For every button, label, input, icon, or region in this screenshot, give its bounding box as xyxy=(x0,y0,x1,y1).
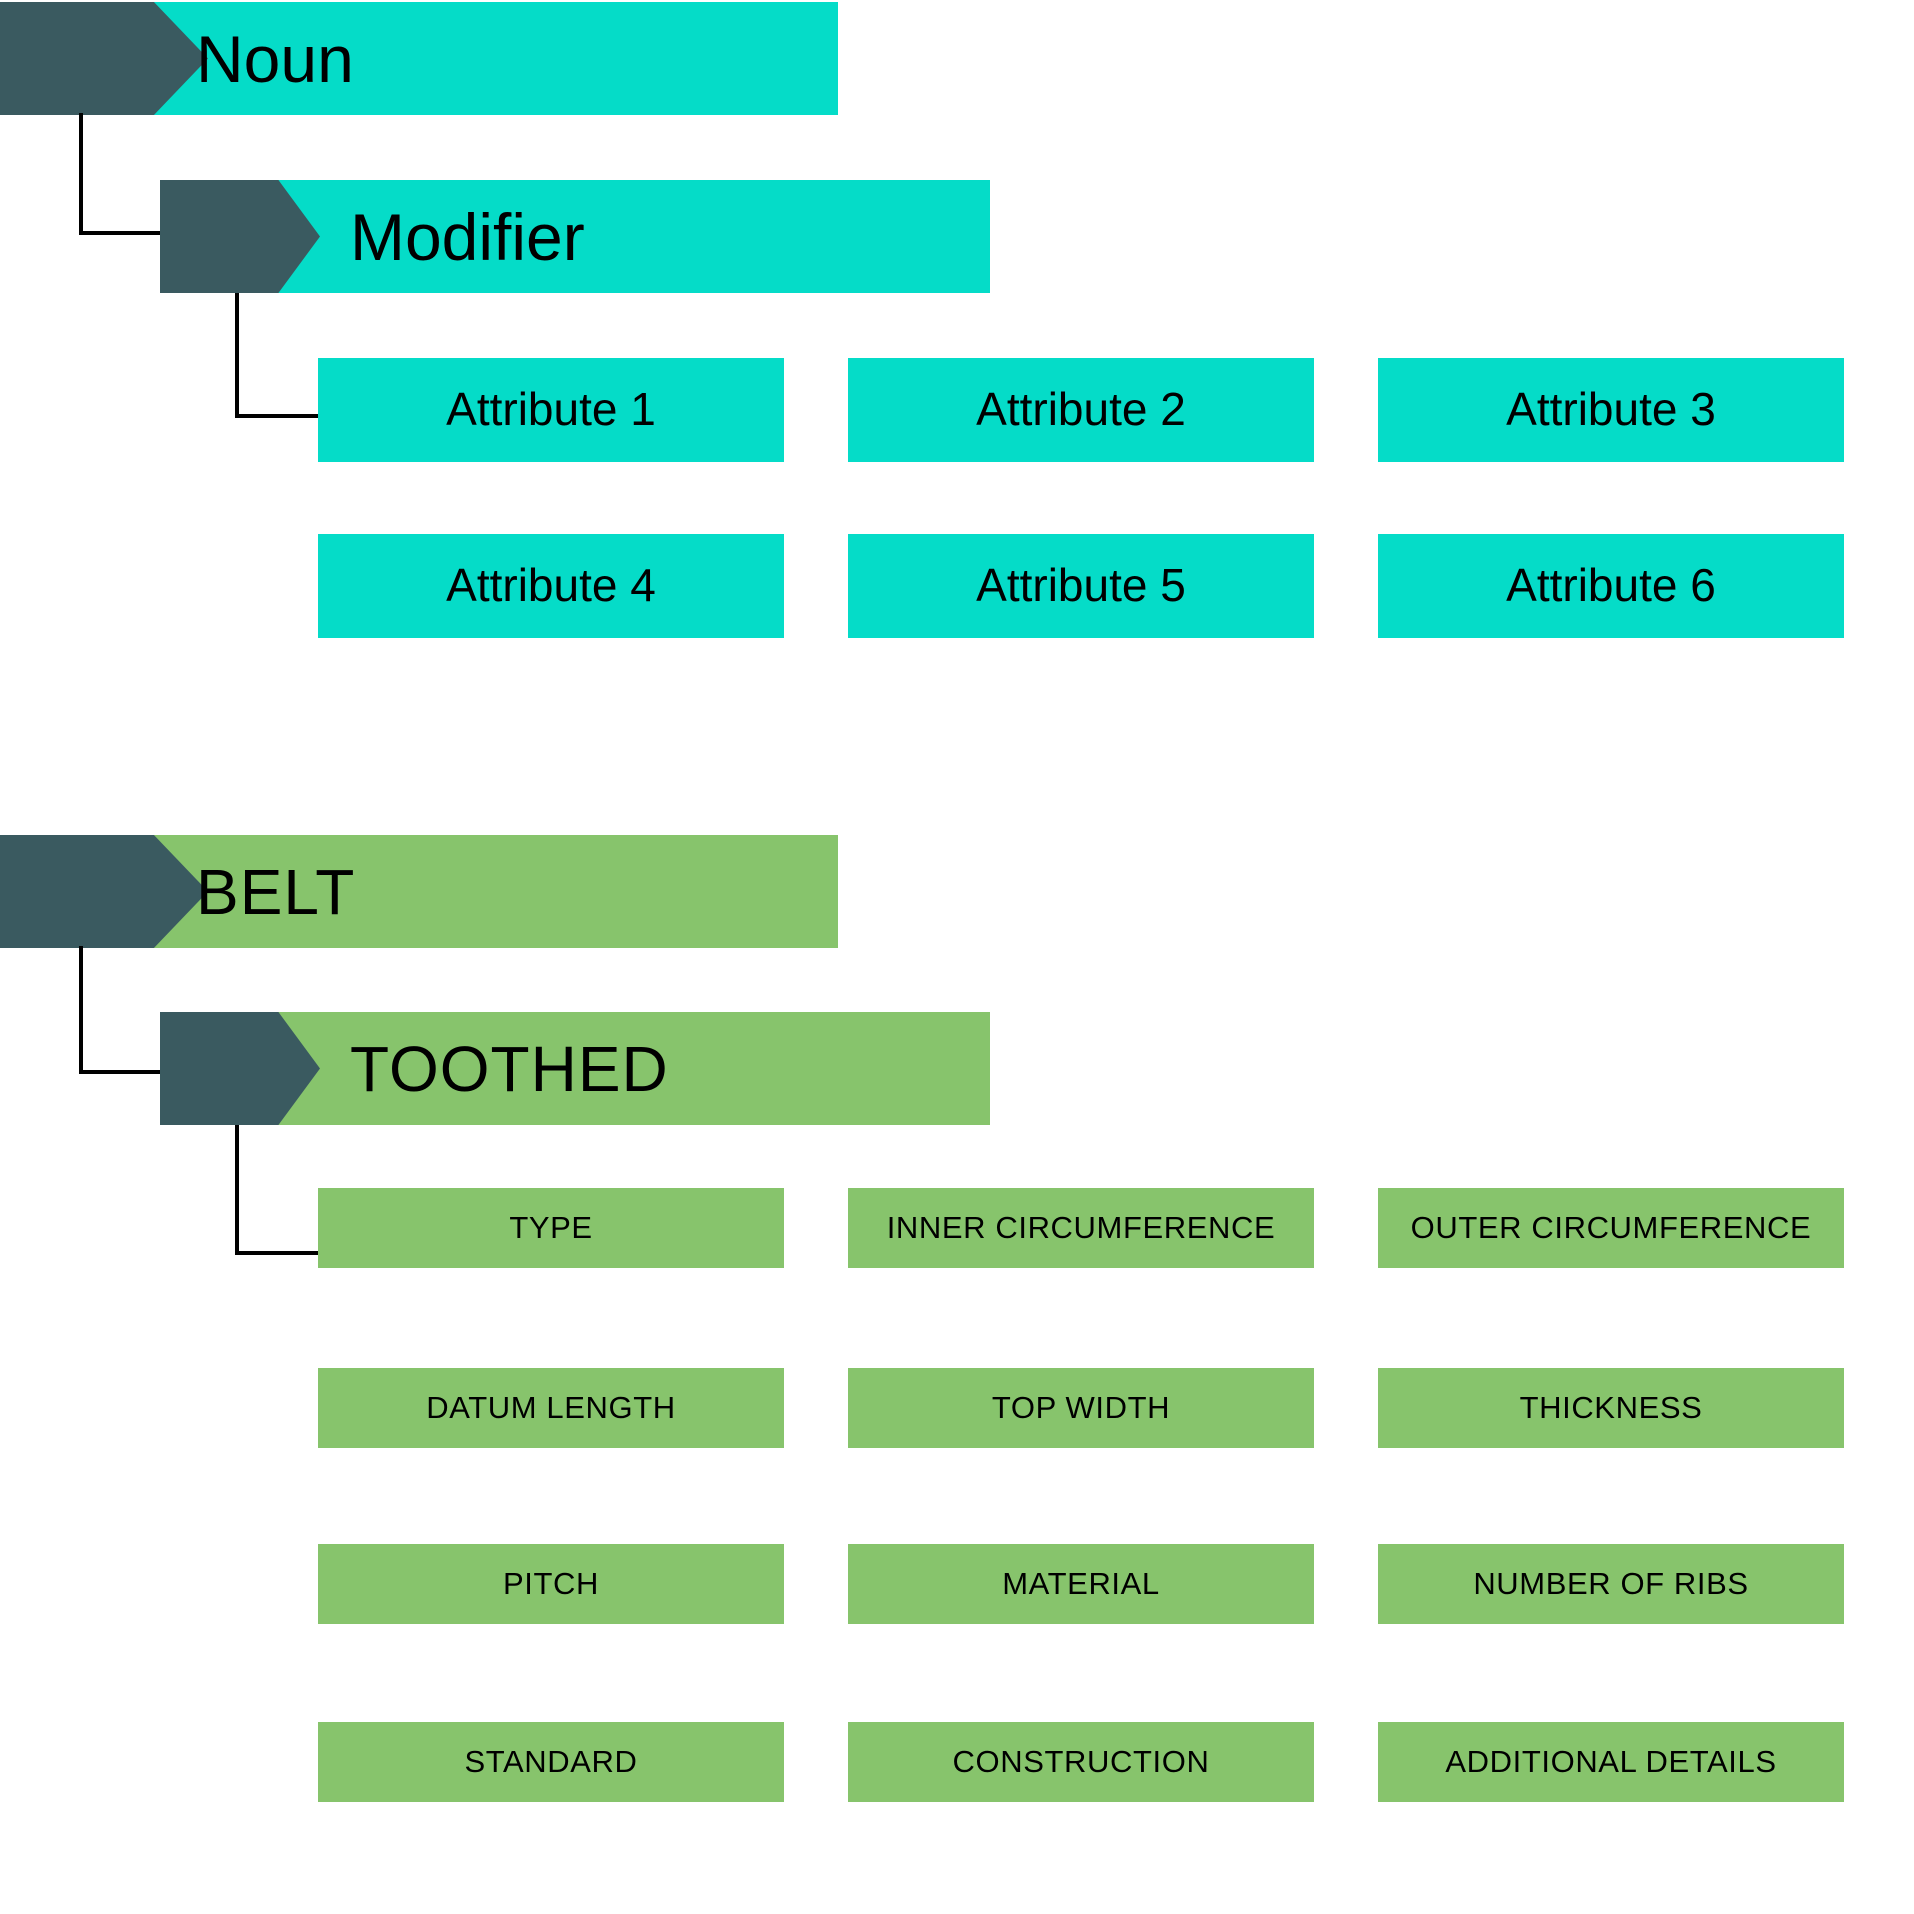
attribute-chip[interactable]: Attribute 4 xyxy=(318,534,784,638)
belt-attribute-chip[interactable]: PITCH xyxy=(318,1544,784,1624)
belt-label: BELT xyxy=(196,855,356,928)
belt-attribute-chip[interactable]: ADDITIONAL DETAILS xyxy=(1378,1722,1844,1802)
belt-attribute-chip[interactable]: TYPE xyxy=(318,1188,784,1268)
modifier-banner: Modifier xyxy=(160,180,990,293)
noun-banner: Noun xyxy=(0,2,838,115)
attribute-chip[interactable]: Attribute 3 xyxy=(1378,358,1844,462)
belt-attribute-chip[interactable]: MATERIAL xyxy=(848,1544,1314,1624)
belt-attribute-chip[interactable]: NUMBER OF RIBS xyxy=(1378,1544,1844,1624)
noun-label: Noun xyxy=(196,21,354,96)
attribute-chip[interactable]: Attribute 6 xyxy=(1378,534,1844,638)
modifier-label: Modifier xyxy=(350,199,585,274)
diagram-canvas: Noun Modifier Attribute 1 Attribute 2 At… xyxy=(0,0,1914,1914)
belt-attribute-chip[interactable]: DATUM LENGTH xyxy=(318,1368,784,1448)
toothed-banner: TOOTHED xyxy=(160,1012,990,1125)
belt-attribute-chip[interactable]: INNER CIRCUMFERENCE xyxy=(848,1188,1314,1268)
attribute-chip[interactable]: Attribute 1 xyxy=(318,358,784,462)
attribute-chip[interactable]: Attribute 2 xyxy=(848,358,1314,462)
belt-banner: BELT xyxy=(0,835,838,948)
belt-attribute-chip[interactable]: TOP WIDTH xyxy=(848,1368,1314,1448)
attribute-chip[interactable]: Attribute 5 xyxy=(848,534,1314,638)
belt-attribute-chip[interactable]: THICKNESS xyxy=(1378,1368,1844,1448)
belt-attribute-chip[interactable]: STANDARD xyxy=(318,1722,784,1802)
belt-attribute-chip[interactable]: OUTER CIRCUMFERENCE xyxy=(1378,1188,1844,1268)
belt-attribute-chip[interactable]: CONSTRUCTION xyxy=(848,1722,1314,1802)
toothed-label: TOOTHED xyxy=(350,1032,669,1105)
